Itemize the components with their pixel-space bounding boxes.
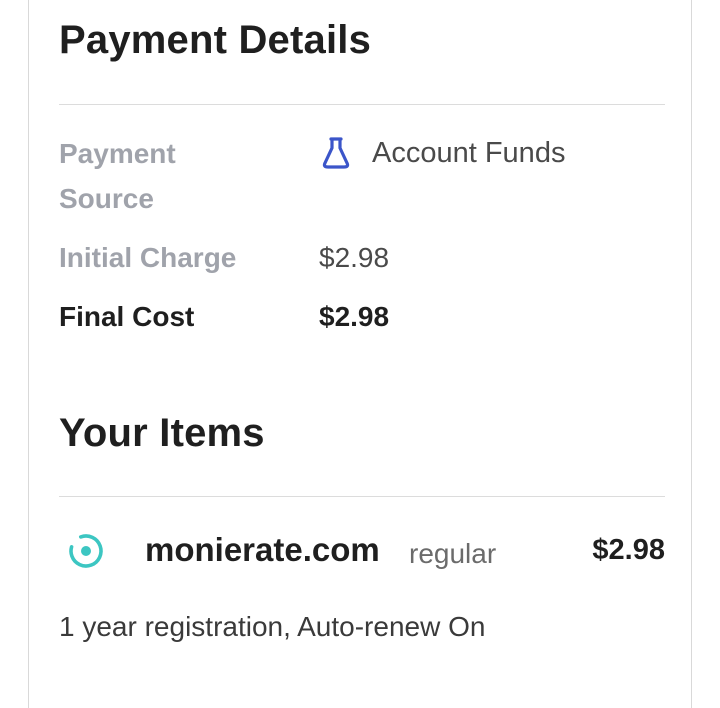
- initial-charge-label: Initial Charge: [59, 242, 237, 273]
- list-item: monierate.com regular $2.98: [59, 528, 665, 572]
- your-items-divider: [59, 496, 665, 497]
- item-plan: regular: [409, 538, 497, 569]
- final-cost-value: $2.98: [319, 301, 390, 332]
- item-domain: monierate.com: [145, 531, 380, 568]
- item-description: 1 year registration, Auto-renew On: [59, 611, 486, 642]
- payment-details-title: Payment Details: [59, 18, 372, 62]
- initial-charge-value: $2.98: [319, 242, 390, 273]
- domain-status-icon: [67, 532, 105, 575]
- item-price: $2.98: [592, 534, 665, 566]
- final-cost-label: Final Cost: [59, 301, 195, 332]
- bag-icon: [321, 136, 351, 170]
- your-items-title: Your Items: [59, 411, 265, 455]
- order-summary-card: Payment Details Payment Source Account F…: [28, 0, 692, 708]
- payment-source-value: Account Funds: [321, 135, 565, 171]
- payment-source-label: Payment Source: [59, 138, 176, 214]
- payment-details-divider: [59, 104, 665, 105]
- payment-source-text: Account Funds: [372, 136, 566, 169]
